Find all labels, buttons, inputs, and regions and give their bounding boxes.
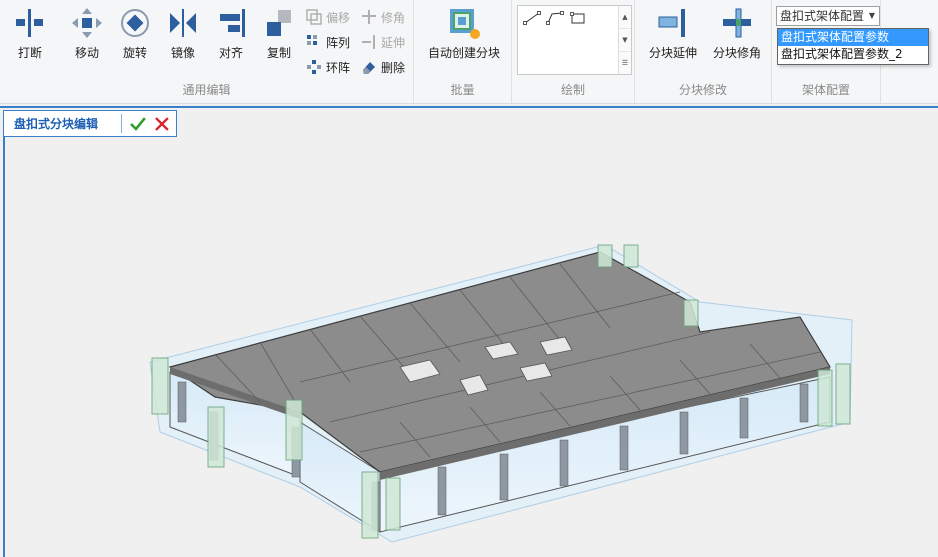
scroll-down-icon[interactable]: ▼	[619, 29, 631, 52]
rectangle-tool-icon[interactable]	[569, 11, 587, 25]
cancel-x-icon[interactable]	[152, 114, 172, 134]
trim-icon	[362, 10, 376, 24]
ring-array-button[interactable]: 环阵	[306, 56, 350, 78]
gallery-more-icon[interactable]: ☰	[619, 52, 631, 74]
extend-icon	[362, 35, 375, 49]
extend-button[interactable]: 延伸	[361, 31, 405, 53]
chevron-down-icon[interactable]: ▼	[865, 7, 879, 25]
draw-tools-gallery: ▲ ▼ ☰	[517, 5, 632, 75]
move-button[interactable]: 移动	[61, 6, 113, 61]
frame-config-combo-value: 盘扣式架体配置	[780, 9, 865, 23]
frame-config-combo[interactable]: 盘扣式架体配置 ▼	[776, 6, 880, 26]
copy-button[interactable]: 复制	[253, 6, 305, 61]
group-label-batch: 批量	[450, 83, 475, 97]
eraser-icon	[363, 62, 375, 74]
polyline-tool-icon[interactable]	[546, 11, 564, 25]
block-extend-button[interactable]: 分块延伸	[643, 6, 703, 61]
line-tool-icon[interactable]	[523, 11, 541, 25]
group-label-draw: 绘制	[560, 83, 585, 97]
scaffold-3d-model[interactable]	[140, 238, 860, 548]
confirm-check-icon[interactable]	[128, 114, 148, 134]
group-general-edit: 打断 移动 旋转 镜像 对齐 复制 偏移 修角 阵列 延伸 环阵 删除 通用编辑	[0, 0, 414, 103]
frame-config-option[interactable]: 盘扣式架体配置参数	[778, 29, 928, 46]
align-button[interactable]: 对齐	[205, 6, 257, 61]
scroll-up-icon[interactable]: ▲	[619, 6, 631, 29]
group-label-block-modify: 分块修改	[678, 83, 727, 97]
delete-button[interactable]: 删除	[361, 56, 405, 78]
block-edit-title: 盘扣式分块编辑	[14, 117, 99, 131]
draw-gallery-scroll[interactable]: ▲ ▼ ☰	[618, 6, 631, 74]
frame-config-dropdown: 盘扣式架体配置参数 盘扣式架体配置参数_2	[777, 28, 929, 65]
offset-button[interactable]: 偏移	[306, 6, 350, 28]
auto-create-block-icon	[450, 9, 480, 39]
rotate-icon	[121, 9, 149, 37]
rotate-button[interactable]: 旋转	[109, 6, 161, 61]
viewport-left-border	[3, 137, 5, 557]
frame-config-option[interactable]: 盘扣式架体配置参数_2	[778, 46, 928, 63]
break-button[interactable]: 打断	[4, 6, 56, 61]
ribbon-toolbar: 打断 移动 旋转 镜像 对齐 复制 偏移 修角 阵列 延伸 环阵 删除 通用编辑…	[0, 0, 938, 104]
mirror-button[interactable]: 镜像	[157, 6, 209, 61]
group-label-general-edit: 通用编辑	[182, 83, 231, 97]
block-edit-bar: 盘扣式分块编辑	[3, 110, 177, 137]
align-icon	[220, 9, 245, 37]
offset-icon	[306, 9, 322, 25]
group-batch: 自动创建分块 批量	[414, 0, 512, 103]
array-icon	[307, 35, 317, 45]
copy-icon	[267, 10, 291, 36]
group-label-frame-config: 架体配置	[801, 83, 850, 97]
trim-button[interactable]: 修角	[361, 6, 405, 28]
auto-create-block-button[interactable]: 自动创建分块	[422, 6, 506, 61]
array-button[interactable]: 阵列	[306, 31, 350, 53]
move-icon	[72, 8, 102, 38]
mirror-icon	[170, 9, 196, 37]
model-viewport[interactable]: 盘扣式分块编辑	[0, 106, 938, 557]
edit-bar-divider	[121, 114, 123, 133]
ring-array-icon	[307, 60, 321, 74]
block-trim-icon	[723, 8, 751, 38]
break-icon	[16, 9, 43, 37]
block-extend-icon	[658, 9, 685, 37]
block-trim-button[interactable]: 分块修角	[707, 6, 767, 61]
group-block-modify: 分块延伸 分块修角 分块修改	[635, 0, 772, 103]
